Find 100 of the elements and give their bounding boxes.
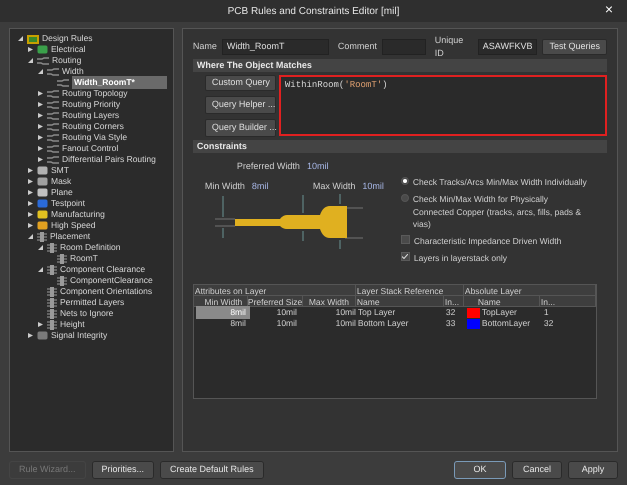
- dialog-button[interactable]: Priorities...: [92, 460, 154, 478]
- tree-item[interactable]: Routing Via Style: [62, 131, 128, 144]
- tree-item[interactable]: Testpoint: [51, 197, 86, 210]
- query-type-dropdown[interactable]: Custom Query: [204, 75, 276, 91]
- column-header[interactable]: In...: [444, 296, 464, 306]
- table-cell-text: Top Layer: [356, 306, 396, 319]
- tree-item[interactable]: Permitted Layers: [60, 296, 124, 309]
- column-header[interactable]: Name: [356, 296, 444, 306]
- column-header[interactable]: Max Width: [302, 296, 356, 306]
- expanded-arrow-icon[interactable]: [38, 245, 42, 250]
- max-width-value[interactable]: 10mil: [362, 180, 384, 194]
- collapsed-arrow-icon[interactable]: [28, 47, 32, 52]
- dialog-button[interactable]: Cancel: [512, 460, 562, 478]
- collapsed-arrow-icon[interactable]: [28, 168, 32, 173]
- checkbox[interactable]: [400, 235, 410, 244]
- name-field[interactable]: Width_RoomT: [222, 39, 329, 55]
- tree-item[interactable]: Room Definition: [60, 241, 120, 254]
- tree-item[interactable]: Manufacturing: [51, 208, 105, 221]
- table-cell-text: 10mil: [334, 317, 356, 330]
- collapsed-arrow-icon[interactable]: [38, 146, 42, 151]
- tree-item[interactable]: Mask: [51, 175, 72, 188]
- comment-label: Comment: [338, 40, 377, 54]
- tree-item[interactable]: Fanout Control: [62, 142, 118, 155]
- dialog-button[interactable]: Apply: [568, 460, 618, 478]
- option-label: Check Min/Max Width for Physically Connected Copper (tracks, arcs, fills, pads & vias): [412, 192, 582, 231]
- tree-item[interactable]: SMT: [51, 164, 69, 177]
- tree-item[interactable]: High Speed: [51, 219, 96, 232]
- test-queries-button[interactable]: Test Queries: [542, 39, 607, 55]
- collapsed-arrow-icon[interactable]: [28, 333, 32, 338]
- tree-item[interactable]: RoomT: [70, 252, 98, 265]
- close-button[interactable]: ×: [604, 2, 613, 16]
- table-cell-text: 10mil: [276, 317, 298, 330]
- preferred-width-value[interactable]: 10mil: [306, 160, 328, 174]
- routing-lines-icon: [47, 68, 59, 76]
- tree-item[interactable]: Component Orientations: [60, 285, 152, 298]
- collapsed-arrow-icon[interactable]: [38, 124, 42, 129]
- collapsed-arrow-icon[interactable]: [38, 113, 42, 118]
- tree-item[interactable]: Component Clearance: [60, 263, 146, 276]
- folder-icon: [27, 34, 39, 44]
- tree-item[interactable]: Plane: [51, 186, 73, 199]
- unique-id-field[interactable]: ASAWFKVB: [478, 39, 538, 55]
- component-icon: [47, 308, 57, 318]
- section-header: Where The Object Matches: [192, 59, 607, 72]
- rule-category-icon: [37, 188, 48, 197]
- collapsed-arrow-icon[interactable]: [28, 223, 32, 228]
- component-icon: [57, 254, 67, 264]
- tree-item[interactable]: ComponentClearance: [70, 274, 153, 287]
- tree-item[interactable]: Placement: [50, 230, 90, 243]
- query-builder-button[interactable]: Query Builder ...: [204, 119, 276, 137]
- expanded-arrow-icon[interactable]: [28, 58, 32, 63]
- table-cell-text: 10mil: [276, 306, 298, 319]
- tree-item[interactable]: Design Rules: [42, 32, 93, 45]
- section-header: Constraints: [192, 140, 607, 153]
- tree-item[interactable]: Routing Layers: [62, 109, 120, 122]
- component-icon: [57, 276, 67, 286]
- collapsed-arrow-icon[interactable]: [38, 91, 42, 96]
- collapsed-arrow-icon[interactable]: [28, 212, 32, 217]
- radio-button[interactable]: [400, 177, 409, 185]
- query-helper-button[interactable]: Query Helper ...: [204, 96, 276, 114]
- tree-item[interactable]: Width: [62, 65, 84, 78]
- tree-item[interactable]: Height: [60, 318, 85, 331]
- query-editor[interactable]: WithinRoom('RoomT'): [278, 75, 607, 136]
- tree-item[interactable]: Nets to Ignore: [60, 307, 114, 320]
- column-group-header: Layer Stack Reference: [356, 285, 464, 295]
- expanded-arrow-icon[interactable]: [18, 36, 22, 41]
- tree-item[interactable]: Routing Priority: [62, 98, 120, 111]
- checkbox[interactable]: [400, 252, 410, 261]
- rule-category-icon: [37, 177, 48, 186]
- tree-item[interactable]: Differential Pairs Routing: [62, 153, 156, 166]
- tree-item[interactable]: Routing Corners: [62, 120, 124, 133]
- collapsed-arrow-icon[interactable]: [28, 190, 32, 195]
- table-cell[interactable]: 8mil: [196, 317, 250, 330]
- tree-item[interactable]: Routing: [52, 54, 82, 67]
- dialog-button[interactable]: Create Default Rules: [160, 460, 264, 478]
- expanded-arrow-icon[interactable]: [28, 234, 32, 239]
- tree-item[interactable]: Electrical: [51, 43, 86, 56]
- rule-category-icon: [37, 199, 48, 208]
- component-icon: [47, 286, 57, 296]
- collapsed-arrow-icon[interactable]: [38, 157, 42, 162]
- column-header[interactable]: In...: [540, 296, 596, 306]
- collapsed-arrow-icon[interactable]: [38, 102, 42, 107]
- tree-item[interactable]: Routing Topology: [62, 87, 128, 100]
- expanded-arrow-icon[interactable]: [38, 69, 42, 74]
- collapsed-arrow-icon[interactable]: [28, 201, 32, 206]
- tree-item[interactable]: Signal Integrity: [51, 329, 108, 342]
- unique-id-label: Unique ID: [434, 34, 464, 60]
- table-cell-text: 10mil: [334, 306, 356, 319]
- expanded-arrow-icon[interactable]: [38, 267, 42, 272]
- component-icon: [47, 298, 57, 308]
- column-header[interactable]: Name: [464, 296, 540, 306]
- rule-category-icon: [37, 166, 48, 175]
- radio-button[interactable]: [400, 194, 409, 202]
- collapsed-arrow-icon[interactable]: [28, 179, 32, 184]
- tree-item[interactable]: Width_RoomT*: [72, 76, 167, 89]
- component-icon: [37, 232, 47, 242]
- dialog-button[interactable]: OK: [454, 460, 506, 478]
- min-width-value[interactable]: 8mil: [252, 180, 268, 194]
- collapsed-arrow-icon[interactable]: [38, 322, 42, 327]
- table-cell-text: 32: [446, 306, 456, 319]
- collapsed-arrow-icon[interactable]: [38, 135, 42, 140]
